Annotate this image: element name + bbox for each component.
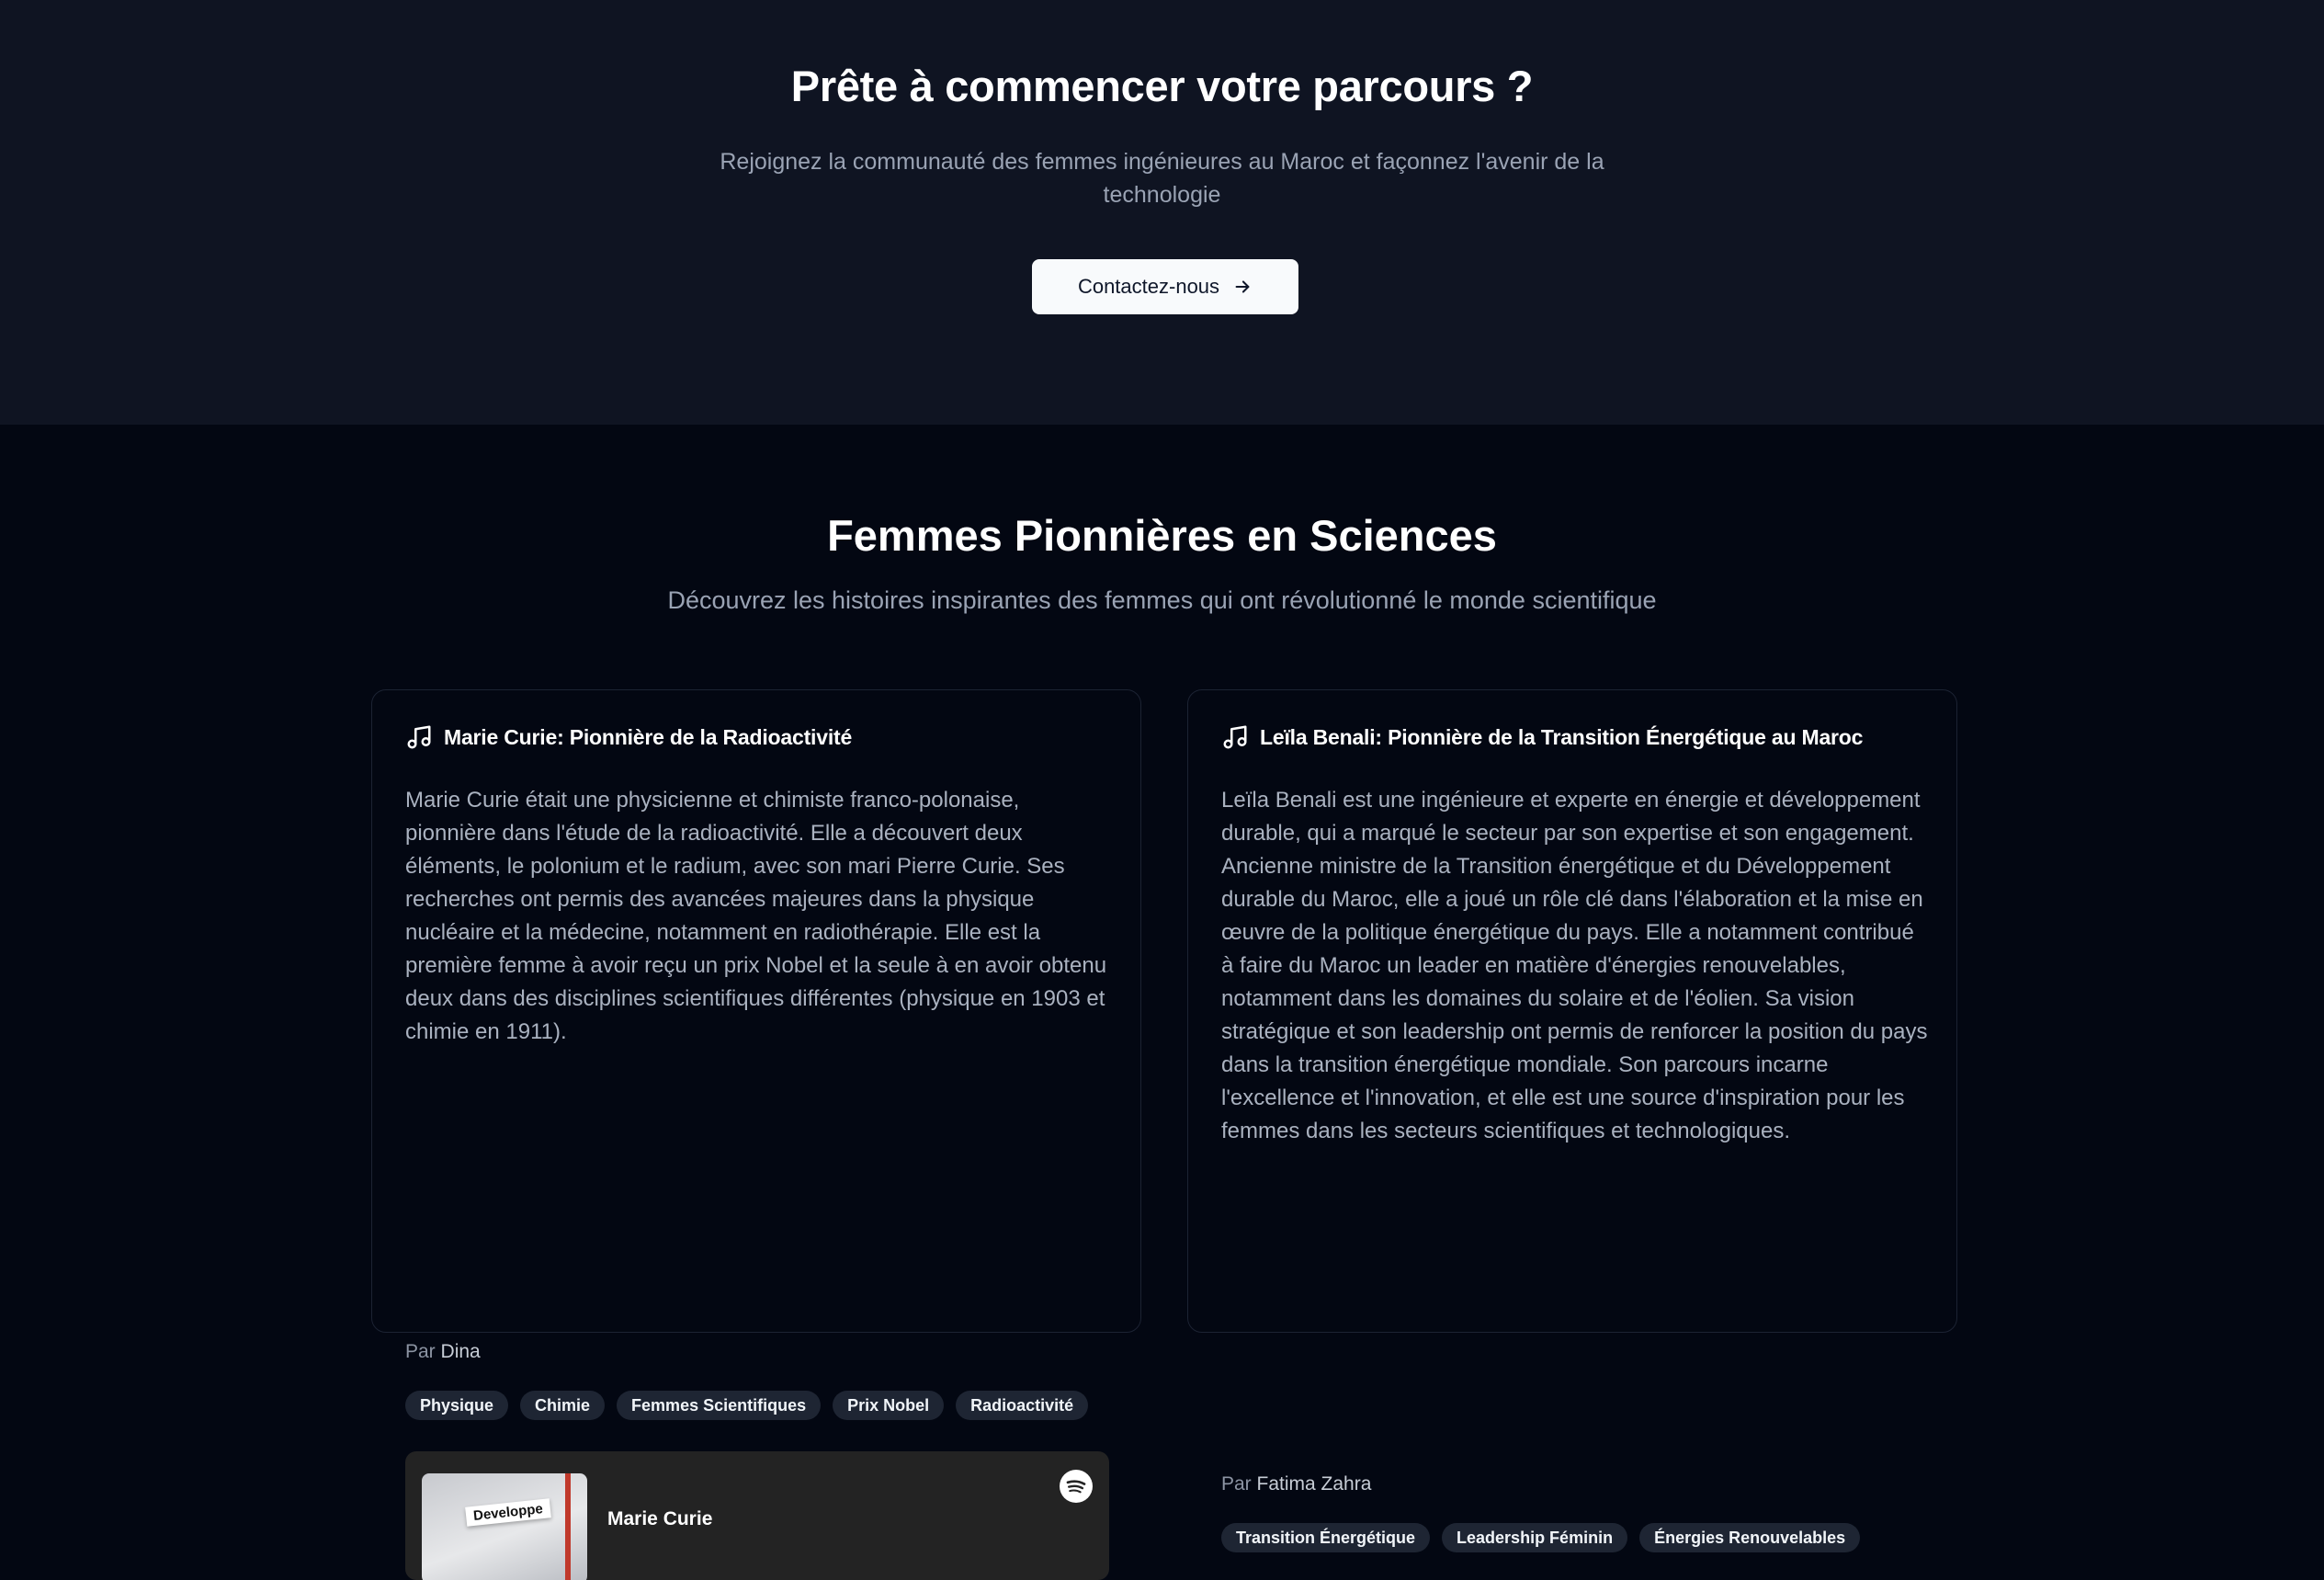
byline-prefix: Par <box>1221 1473 1252 1495</box>
card-title: Leïla Benali: Pionnière de la Transition… <box>1221 723 1929 751</box>
cta-subtitle: Rejoignez la communauté des femmes ingén… <box>720 149 1604 208</box>
tag[interactable]: Transition Énergétique <box>1221 1523 1431 1552</box>
card-body: Leïla Benali est une ingénieure et exper… <box>1221 788 1928 1143</box>
cover-decoration <box>565 1473 571 1580</box>
card-body: Marie Curie était une physicienne et chi… <box>405 788 1107 1044</box>
tag[interactable]: Chimie <box>520 1391 606 1420</box>
contact-button-label: Contactez-nous <box>1077 275 1220 298</box>
music-note-icon <box>1223 725 1247 749</box>
card-title-text: Leïla Benali: Pionnière de la Transition… <box>1260 724 1864 749</box>
author-name: Dina <box>440 1341 481 1362</box>
byline: Par Dina <box>405 1341 481 1363</box>
tag[interactable]: Énergies Renouvelables <box>1639 1523 1861 1552</box>
cover-label: Developpe <box>465 1498 551 1527</box>
cta-section: Prête à commencer votre parcours ? Rejoi… <box>0 0 2324 425</box>
story-card-marie-curie: Marie Curie: Pionnière de la Radioactivi… <box>371 689 1141 1580</box>
tag-list: Physique Chimie Femmes Scientifiques Pri… <box>405 1391 1089 1420</box>
card-title: Marie Curie: Pionnière de la Radioactivi… <box>405 723 1113 751</box>
contact-button[interactable]: Contactez-nous <box>1032 259 1298 314</box>
tag[interactable]: Femmes Scientifiques <box>617 1391 822 1420</box>
byline: Par Fatima Zahra <box>1221 1473 1371 1495</box>
byline-prefix: Par <box>405 1341 436 1362</box>
story-card-leila-benali: Leïla Benali: Pionnière de la Transition… <box>1187 689 1957 1552</box>
card-title-text: Marie Curie: Pionnière de la Radioactivi… <box>444 724 853 749</box>
author-name: Fatima Zahra <box>1256 1473 1372 1495</box>
album-cover: Developpe <box>422 1473 587 1580</box>
track-title[interactable]: Marie Curie <box>607 1508 712 1530</box>
spotify-embed[interactable]: Developpe Marie Curie <box>405 1451 1109 1580</box>
cta-title: Prête à commencer votre parcours ? <box>790 62 1534 110</box>
tag[interactable]: Leadership Féminin <box>1442 1523 1628 1552</box>
arrow-right-icon <box>1235 280 1250 293</box>
tag-list: Transition Énergétique Leadership Fémini… <box>1221 1523 1861 1552</box>
pioneers-section: Femmes Pionnières en Sciences Découvrez … <box>0 425 2324 1580</box>
tag[interactable]: Physique <box>405 1391 509 1420</box>
section-title: Femmes Pionnières en Sciences <box>827 511 1497 560</box>
tag[interactable]: Prix Nobel <box>833 1391 945 1420</box>
music-note-icon <box>407 725 431 749</box>
tag[interactable]: Radioactivité <box>956 1391 1089 1420</box>
section-description: Découvrez les histoires inspirantes des … <box>667 586 1657 614</box>
spotify-icon[interactable] <box>1060 1470 1093 1503</box>
